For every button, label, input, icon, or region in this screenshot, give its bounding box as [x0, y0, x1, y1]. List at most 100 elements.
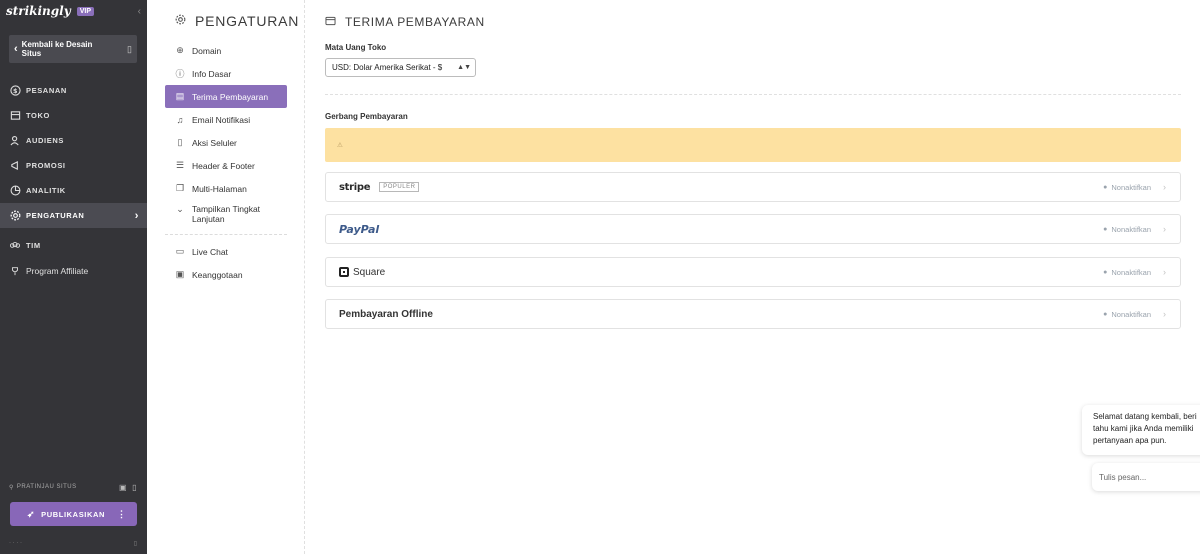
submenu-title: PENGATURAN	[175, 13, 299, 29]
search-icon: ⚲	[9, 484, 14, 491]
mobile-icon: ▯	[127, 43, 132, 54]
mobile-icon: ▯	[177, 137, 183, 147]
disable-icon: ●	[1103, 310, 1108, 318]
gateway-action[interactable]: ● Nonaktifkan ›	[1103, 309, 1180, 319]
gear-icon	[175, 14, 186, 28]
preview-device-icons: ▣ ▯	[119, 483, 137, 492]
submenu-item-label: Aksi Seluler	[192, 137, 237, 148]
square-logo-icon	[339, 267, 349, 277]
currency-select[interactable]: USD: Dolar Amerika Serikat - $ ▲▼	[325, 58, 476, 77]
nav-label: PROMOSI	[26, 161, 66, 170]
submenu-item-label: Terima Pembayaran	[192, 91, 269, 102]
submenu-item-header-footer[interactable]: ☰ Header & Footer	[165, 154, 287, 177]
submenu-divider	[165, 234, 287, 235]
credit-card-icon: ▤	[175, 91, 185, 101]
submenu-title-text: PENGATURAN	[195, 13, 300, 29]
footer-icon: ▯	[133, 541, 137, 547]
credit-card-icon	[325, 16, 336, 29]
member-icon: ▣	[175, 269, 185, 279]
chevron-right-icon: ›	[1163, 224, 1166, 234]
nav-item-tim[interactable]: TIM	[0, 233, 147, 258]
disable-icon: ●	[1103, 183, 1108, 191]
select-arrows-icon: ▲▼	[457, 64, 471, 71]
gateway-label: Gerbang Pembayaran	[325, 112, 408, 121]
chevron-right-icon: ›	[1163, 309, 1166, 319]
submenu-item-label: Info Dasar	[192, 68, 232, 79]
publish-button[interactable]: ➶ PUBLIKASIKAN ⋮	[10, 502, 137, 526]
section-divider	[325, 94, 1181, 95]
collapse-icon[interactable]: ‹	[138, 6, 141, 17]
svg-text:$: $	[12, 87, 17, 95]
desktop-icon[interactable]: ▣	[119, 483, 127, 492]
gateway-action[interactable]: ● Nonaktifkan ›	[1103, 267, 1180, 277]
submenu-item-label: Keanggotaan	[192, 269, 243, 280]
team-icon	[9, 240, 21, 252]
strikingly-logo[interactable]: strikingly	[6, 4, 71, 18]
nav-label: Program Affiliate	[26, 265, 89, 276]
submenu-item-aksi-seluler[interactable]: ▯ Aksi Seluler	[165, 131, 287, 154]
submenu-item-email-notifikasi[interactable]: ♫ Email Notifikasi	[165, 108, 287, 131]
submenu-item-domain[interactable]: ⊕ Domain	[165, 39, 287, 62]
popular-badge: POPULER	[379, 182, 420, 192]
gateway-action-label: Nonaktifkan	[1111, 224, 1151, 234]
chat-welcome-text: Selamat datang kembali, beri tahu kami j…	[1093, 412, 1197, 445]
gateway-action[interactable]: ● Nonaktifkan ›	[1103, 224, 1180, 234]
trophy-icon	[9, 265, 21, 277]
gateway-card-paypal[interactable]: PayPal ● Nonaktifkan ›	[325, 214, 1181, 244]
gateway-card-stripe[interactable]: stripe POPULER ● Nonaktifkan ›	[325, 172, 1181, 202]
chevron-right-icon: ›	[1163, 267, 1166, 277]
submenu-item-advanced-toggle[interactable]: ⌄ Tampilkan Tingkat Lanjutan	[165, 200, 287, 230]
gateway-name: PayPal	[339, 223, 379, 236]
chevron-down-icon: ⌄	[176, 204, 184, 214]
gateway-notice-banner: ⚠	[325, 128, 1181, 162]
paypal-logo: PayPal	[339, 222, 380, 236]
globe-icon: ⊕	[176, 45, 184, 55]
gateway-card-square[interactable]: Square ● Nonaktifkan ›	[325, 257, 1181, 287]
preview-site-label: PRATINJAU SITUS	[16, 484, 77, 490]
nav-item-affiliate[interactable]: Program Affiliate	[0, 258, 147, 283]
logo-row: strikingly VIP ‹	[0, 0, 147, 22]
layout-icon: ☰	[175, 160, 185, 170]
submenu-item-multi-halaman[interactable]: ❐ Multi-Halaman	[165, 177, 287, 200]
nav-item-audiens[interactable]: AUDIENS	[0, 128, 147, 153]
nav-item-promosi[interactable]: PROMOSI	[0, 153, 147, 178]
gateway-name: stripe POPULER	[339, 182, 420, 193]
chat-message-input[interactable]: Tulis pesan...	[1092, 463, 1200, 491]
warning-icon: ⚠	[337, 142, 344, 149]
disable-icon: ●	[1103, 268, 1108, 276]
pie-chart-icon	[9, 185, 21, 197]
gateway-action-label: Nonaktifkan	[1111, 267, 1151, 277]
chevron-right-icon: ›	[1163, 182, 1166, 192]
settings-submenu: PENGATURAN ⊕ Domain ⓘ Info Dasar ▤ Terim…	[147, 0, 305, 554]
submenu-item-label: Email Notifikasi	[192, 114, 251, 125]
nav-item-pengaturan[interactable]: PENGATURAN ›	[0, 203, 147, 228]
info-icon: ⓘ	[175, 69, 185, 79]
mobile-icon[interactable]: ▯	[132, 483, 137, 492]
page-title-text: TERIMA PEMBAYARAN	[345, 15, 485, 29]
nav-item-toko[interactable]: TOKO	[0, 103, 147, 128]
submenu-item-label: Live Chat	[192, 246, 228, 257]
main-nav: $ PESANAN TOKO AUDIENS PROMOSI ANALITIK	[0, 78, 147, 283]
submenu-item-keanggotaan[interactable]: ▣ Keanggotaan	[165, 263, 287, 286]
submenu-item-terima-pembayaran[interactable]: ▤ Terima Pembayaran	[165, 85, 287, 108]
chat-welcome-bubble[interactable]: Selamat datang kembali, beri tahu kami j…	[1082, 405, 1200, 455]
nav-item-pesanan[interactable]: $ PESANAN	[0, 78, 147, 103]
dollar-circle-icon: $	[9, 85, 21, 97]
rocket-icon: ➶	[27, 508, 36, 519]
gateway-card-offline[interactable]: Pembayaran Offline ● Nonaktifkan ›	[325, 299, 1181, 329]
back-to-design-button[interactable]: ‹ Kembali ke Desain Situs ▯	[9, 35, 137, 63]
nav-label: PENGATURAN	[26, 211, 85, 220]
footer-dots: · · · ·	[9, 540, 22, 546]
gateway-name: Square	[339, 267, 385, 278]
chat-icon: ▭	[175, 246, 185, 256]
more-icon[interactable]: ⋮	[117, 509, 127, 520]
main-content: TERIMA PEMBAYARAN Mata Uang Toko USD: Do…	[325, 0, 1181, 554]
submenu-item-live-chat[interactable]: ▭ Live Chat	[165, 240, 287, 263]
gateway-action[interactable]: ● Nonaktifkan ›	[1103, 182, 1180, 192]
nav-label: AUDIENS	[26, 136, 64, 145]
preview-site-row[interactable]: ⚲ PRATINJAU SITUS ▣ ▯	[9, 481, 137, 493]
submenu-item-info-dasar[interactable]: ⓘ Info Dasar	[165, 62, 287, 85]
gateway-action-label: Nonaktifkan	[1111, 309, 1151, 319]
megaphone-icon	[9, 160, 21, 172]
nav-item-analitik[interactable]: ANALITIK	[0, 178, 147, 203]
